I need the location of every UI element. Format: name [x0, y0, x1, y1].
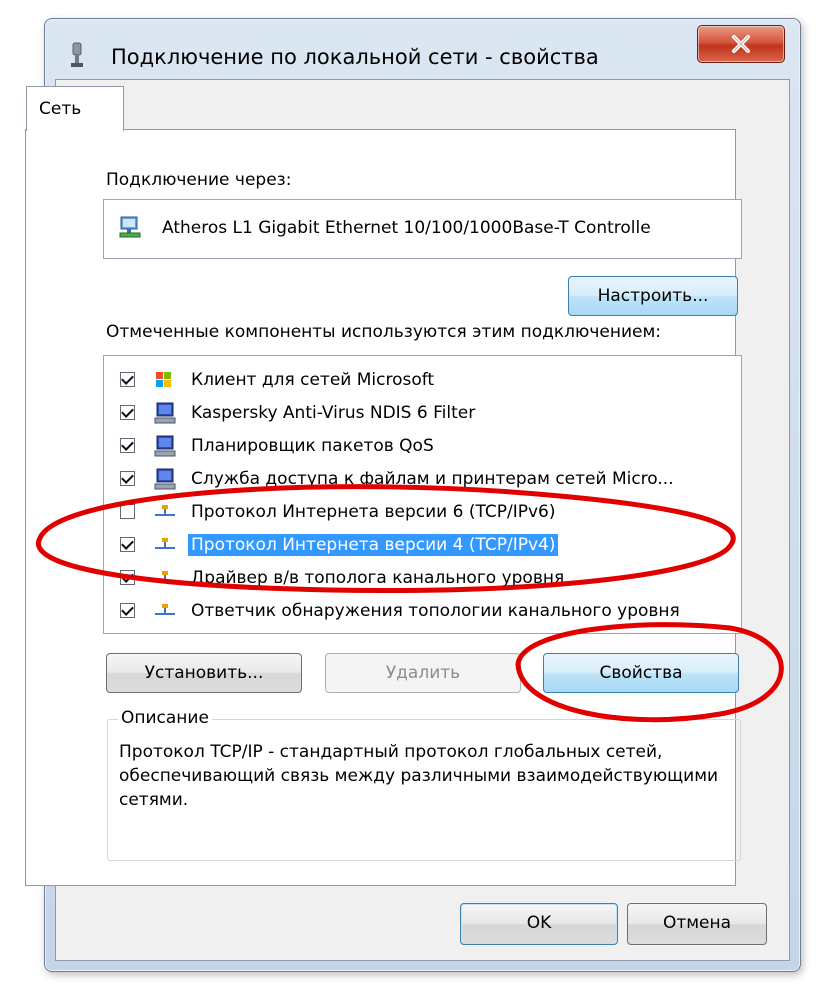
component-label: Планировщик пакетов QoS: [191, 436, 434, 456]
configure-button[interactable]: Настроить...: [568, 276, 738, 316]
list-item[interactable]: Клиент для сетей Microsoft: [104, 364, 740, 397]
description-legend: Описание: [118, 708, 212, 728]
connect-via-label: Подключение через:: [106, 170, 292, 190]
tab-label: Сеть: [39, 99, 82, 119]
component-label: Служба доступа к файлам и принтерам сете…: [191, 469, 674, 489]
adapter-name: Atheros L1 Gigabit Ethernet 10/100/1000B…: [162, 218, 651, 238]
description-text: Протокол TCP/IP - стандартный протокол г…: [119, 742, 719, 810]
component-label: Драйвер в/в тополога канального уровня: [191, 568, 565, 588]
checkbox[interactable]: [120, 603, 135, 618]
network-connection-icon: [71, 42, 83, 67]
list-item[interactable]: Протокол Интернета версии 4 (TCP/IPv4): [104, 529, 740, 562]
components-list[interactable]: Клиент для сетей Microsoft Kaspersky Ant…: [103, 355, 742, 634]
window-title: Подключение по локальной сети - свойства: [111, 45, 599, 69]
checkbox[interactable]: [120, 438, 135, 453]
checkbox[interactable]: [120, 471, 135, 486]
checkbox[interactable]: [120, 405, 135, 420]
uninstall-button[interactable]: Удалить: [325, 653, 521, 693]
protocol-icon: [155, 604, 175, 615]
protocol-icon: [155, 505, 175, 516]
list-item[interactable]: Ответчик обнаружения топологии канальног…: [104, 595, 740, 628]
list-item[interactable]: Планировщик пакетов QoS: [104, 430, 740, 463]
close-button[interactable]: [697, 25, 785, 63]
tab-network[interactable]: Сеть: [26, 86, 124, 131]
checkbox[interactable]: [120, 570, 135, 585]
component-label: Протокол Интернета версии 4 (TCP/IPv4): [188, 534, 559, 556]
adapter-field: Atheros L1 Gigabit Ethernet 10/100/1000B…: [103, 199, 742, 259]
cancel-button[interactable]: Отмена: [627, 903, 767, 945]
computer-icon: [154, 468, 176, 490]
close-icon: [732, 35, 750, 53]
component-label: Протокол Интернета версии 6 (TCP/IPv6): [191, 502, 556, 522]
component-label: Клиент для сетей Microsoft: [191, 370, 435, 390]
protocol-icon: [155, 571, 175, 582]
component-label: Ответчик обнаружения топологии канальног…: [191, 601, 680, 621]
install-button[interactable]: Установить...: [106, 653, 302, 693]
client-icon: [156, 372, 171, 387]
component-label: Kaspersky Anti-Virus NDIS 6 Filter: [191, 403, 476, 423]
computer-icon: [154, 435, 176, 457]
ok-button[interactable]: OK: [460, 903, 618, 945]
computer-icon: [154, 402, 176, 424]
checkbox[interactable]: [120, 537, 135, 552]
list-item[interactable]: Kaspersky Anti-Virus NDIS 6 Filter: [104, 397, 740, 430]
list-item[interactable]: Протокол Интернета версии 6 (TCP/IPv6): [104, 496, 740, 529]
components-label: Отмеченные компоненты используются этим …: [106, 322, 661, 342]
properties-button[interactable]: Свойства: [543, 653, 739, 693]
protocol-icon: [155, 538, 175, 549]
checkbox[interactable]: [120, 372, 135, 387]
list-item[interactable]: Служба доступа к файлам и принтерам сете…: [104, 463, 740, 496]
description-group: Описание Протокол TCP/IP - стандартный п…: [107, 708, 741, 861]
title-bar[interactable]: Подключение по локальной сети - свойства: [45, 19, 800, 85]
list-item[interactable]: Драйвер в/в тополога канального уровня: [104, 562, 740, 595]
checkbox[interactable]: [120, 504, 135, 519]
network-adapter-icon: [119, 216, 141, 238]
